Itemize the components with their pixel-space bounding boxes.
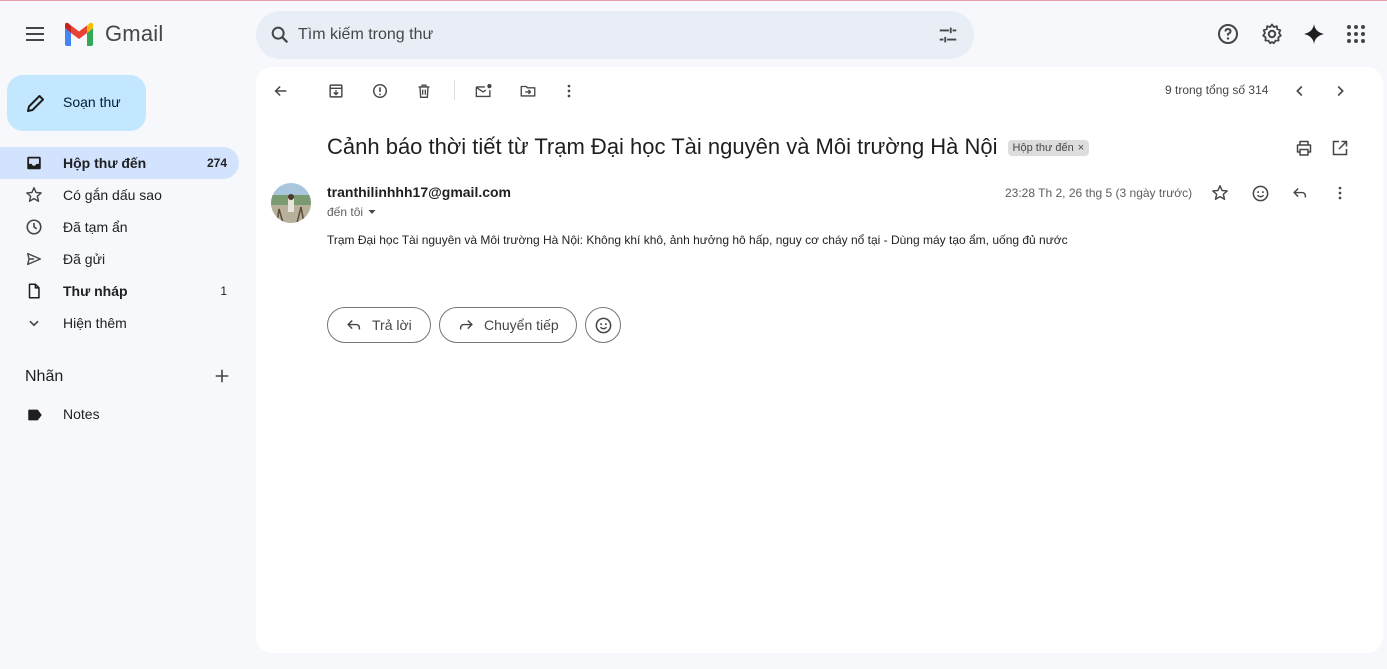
sidebar-label-notes[interactable]: Notes [0,398,239,430]
search-icon[interactable] [268,23,292,47]
message-subject: Cảnh báo thời tiết từ Trạm Đại học Tài n… [327,134,1090,160]
caret-down-icon [367,207,377,217]
draft-count: 1 [220,284,227,298]
sidebar-item-label: Notes [63,406,100,422]
message-date: 23:28 Th 2, 26 thg 5 (3 ngày trước) [1005,186,1193,200]
move-to-icon[interactable] [518,81,538,101]
forward-button[interactable]: Chuyển tiếp [439,307,577,343]
toolbar-divider [454,80,455,100]
app-name: Gmail [105,21,164,46]
delete-icon[interactable] [414,81,434,101]
archive-icon[interactable] [326,81,346,101]
recipient-details[interactable]: đến tôi [327,205,377,219]
gmail-m-icon [63,22,95,46]
more-vert-icon[interactable] [559,81,579,101]
sidebar-item-label: Đã gửi [63,251,106,267]
reply-label: Trả lời [372,317,412,333]
compose-button[interactable]: Soạn thư [7,75,146,131]
more-vert-icon[interactable] [1330,183,1350,203]
search-bar[interactable] [256,11,974,59]
labels-section-header: Nhãn [25,367,235,387]
reply-icon [344,315,364,335]
tune-icon[interactable] [936,23,960,47]
gear-icon [1260,22,1284,46]
mark-unread-icon[interactable] [474,81,494,101]
pager-count: 9 trong tổng số 314 [1165,83,1269,97]
apps-icon [1344,22,1368,46]
emoji-react-icon[interactable] [1250,183,1270,203]
gemini-button[interactable] [1302,22,1326,46]
sidebar-item-label: Đã tạm ẩn [63,219,128,235]
sender-avatar[interactable] [271,183,311,223]
inbox-label-chip[interactable]: Hộp thư đến × [1007,140,1090,156]
forward-icon [456,315,476,335]
inbox-icon [24,153,44,173]
sidebar-item-sent[interactable]: Đã gửi [0,243,239,275]
print-icon[interactable] [1294,138,1314,158]
google-apps-button[interactable] [1344,22,1368,46]
sidebar-item-more[interactable]: Hiện thêm [0,307,239,339]
forward-label: Chuyển tiếp [484,317,559,333]
sidebar-item-label: Hiện thêm [63,315,127,331]
unread-count: 274 [206,156,227,170]
sparkle-icon [1302,22,1326,46]
gmail-logo[interactable]: Gmail [63,21,163,47]
prev-icon[interactable] [1290,81,1310,101]
sidebar-item-label: Hộp thư đến [63,155,147,171]
sidebar-item-inbox[interactable]: Hộp thư đến 274 [0,147,239,179]
back-arrow-icon[interactable] [271,81,291,101]
sidebar-nav: Hộp thư đến 274 Có gắn dấu sao Đã tạm ẩn… [0,147,240,339]
help-button[interactable] [1216,22,1240,46]
message-panel: 9 trong tổng số 314 Cảnh báo thời tiết t… [256,67,1383,653]
reply-icon[interactable] [1290,183,1310,203]
label-icon [26,406,44,424]
emoji-reaction-button[interactable] [585,307,621,343]
sidebar-item-snoozed[interactable]: Đã tạm ẩn [0,211,239,243]
main-menu-button[interactable] [19,18,51,50]
report-spam-icon[interactable] [370,81,390,101]
recipient-text: đến tôi [327,205,364,219]
compose-label: Soạn thư [63,94,121,110]
menu-icon [23,22,47,46]
draft-icon [24,281,44,301]
remove-label-icon[interactable]: × [1078,142,1084,154]
clock-icon [24,217,44,237]
add-label-icon[interactable] [212,366,232,386]
next-icon[interactable] [1330,81,1350,101]
sidebar-item-drafts[interactable]: Thư nháp 1 [0,275,239,307]
sender-email[interactable]: tranthilinhhh17@gmail.com [327,184,511,200]
chip-label: Hộp thư đến [1012,142,1074,154]
sidebar-item-label: Có gắn dấu sao [63,187,162,203]
sidebar-item-label: Thư nháp [63,283,128,299]
sidebar-item-starred[interactable]: Có gắn dấu sao [0,179,239,211]
send-icon [24,249,44,269]
reply-button[interactable]: Trả lời [327,307,431,343]
chevron-down-icon [24,313,44,333]
search-input[interactable] [298,21,898,49]
help-icon [1216,22,1240,46]
emoji-icon [593,315,613,335]
pencil-icon [24,91,48,115]
star-icon [24,185,44,205]
labels-heading: Nhãn [25,368,64,385]
subject-text: Cảnh báo thời tiết từ Trạm Đại học Tài n… [327,134,998,159]
open-new-window-icon[interactable] [1330,138,1350,158]
message-body: Trạm Đại học Tài nguyên và Môi trường Hà… [327,233,1068,247]
star-icon[interactable] [1210,183,1230,203]
settings-button[interactable] [1260,22,1284,46]
